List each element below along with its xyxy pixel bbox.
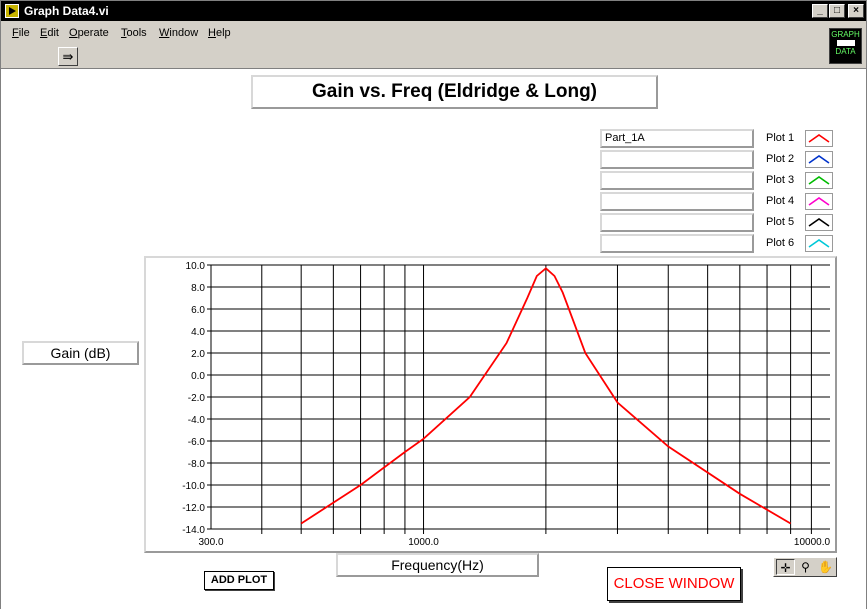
vi-icon-glyph bbox=[836, 40, 855, 46]
title-bar[interactable]: Graph Data4.vi _ □ × bbox=[1, 1, 866, 21]
graph-palette: ✛ ⚲ ✋ bbox=[773, 557, 837, 577]
x-tick-label: 300.0 bbox=[198, 537, 223, 548]
y-tick-label: 0.0 bbox=[191, 371, 205, 382]
legend-label-2: Plot 2 bbox=[766, 153, 795, 165]
front-panel: Gain vs. Freq (Eldridge & Long) Part_1A … bbox=[1, 70, 866, 609]
run-button[interactable]: ⇛ bbox=[58, 47, 78, 66]
legend-name-6[interactable] bbox=[600, 234, 754, 253]
close-window-button[interactable]: CLOSE WINDOW bbox=[607, 567, 741, 601]
graph-frame: 10.0 8.0 6.0 4.0 2.0 0.0 -2.0 -4.0 -6.0 -8.0 -10.0… bbox=[144, 256, 837, 553]
y-tick-label: 2.0 bbox=[191, 349, 205, 360]
legend-label-6: Plot 6 bbox=[766, 237, 795, 249]
pan-tool-icon[interactable]: ✋ bbox=[816, 559, 835, 575]
menu-tools[interactable]: Tools bbox=[121, 27, 147, 39]
legend-label-5: Plot 5 bbox=[766, 216, 795, 228]
legend-swatch-4[interactable] bbox=[805, 193, 833, 210]
y-tick-label: -12.0 bbox=[182, 503, 205, 514]
window-title: Graph Data4.vi bbox=[24, 4, 109, 18]
labview-window: Graph Data4.vi _ □ × File Edit Operate T… bbox=[0, 0, 867, 609]
graph-title: Gain vs. Freq (Eldridge & Long) bbox=[251, 75, 658, 109]
vi-icon: GRAPH DATA bbox=[829, 28, 862, 64]
legend-label-3: Plot 3 bbox=[766, 174, 795, 186]
y-tick-label: -10.0 bbox=[182, 481, 205, 492]
y-tick-label: -2.0 bbox=[188, 393, 206, 404]
vi-icon-text-2: DATA bbox=[835, 47, 856, 56]
menu-window[interactable]: Window bbox=[159, 27, 198, 39]
x-tick-label: 1000.0 bbox=[408, 537, 439, 548]
y-tick-label: -8.0 bbox=[188, 459, 206, 470]
legend-swatch-3[interactable] bbox=[805, 172, 833, 189]
close-button[interactable]: × bbox=[848, 4, 864, 18]
legend-swatch-6[interactable] bbox=[805, 235, 833, 252]
maximize-button[interactable]: □ bbox=[829, 4, 845, 18]
zoom-tool-icon[interactable]: ⚲ bbox=[796, 559, 815, 575]
y-tick-label: -14.0 bbox=[182, 525, 205, 536]
y-tick-label: -4.0 bbox=[188, 415, 206, 426]
menu-edit[interactable]: Edit bbox=[40, 27, 59, 39]
menu-file[interactable]: File bbox=[12, 27, 30, 39]
y-tick-label: 10.0 bbox=[186, 261, 206, 272]
gain-frequency-graph[interactable]: 10.0 8.0 6.0 4.0 2.0 0.0 -2.0 -4.0 -6.0 -8.0 -10.0… bbox=[146, 258, 835, 551]
legend-swatch-1[interactable] bbox=[805, 130, 833, 147]
legend-label-4: Plot 4 bbox=[766, 195, 795, 207]
x-axis-label: Frequency(Hz) bbox=[336, 553, 539, 577]
vi-icon-text-1: GRAPH bbox=[831, 30, 860, 39]
menu-operate[interactable]: Operate bbox=[69, 27, 109, 39]
y-tick-label: -6.0 bbox=[188, 437, 206, 448]
y-tick-label: 8.0 bbox=[191, 283, 205, 294]
menu-help[interactable]: Help bbox=[208, 27, 231, 39]
cursor-tool-icon[interactable]: ✛ bbox=[776, 559, 795, 575]
toolbar: ⇛ bbox=[1, 43, 866, 69]
labview-app-icon[interactable] bbox=[5, 4, 19, 18]
legend-name-5[interactable] bbox=[600, 213, 754, 232]
legend-label-1: Plot 1 bbox=[766, 132, 795, 144]
legend-swatch-5[interactable] bbox=[805, 214, 833, 231]
legend-name-3[interactable] bbox=[600, 171, 754, 190]
y-tick-label: 4.0 bbox=[191, 327, 205, 338]
y-axis-label: Gain (dB) bbox=[22, 341, 139, 365]
legend-swatch-2[interactable] bbox=[805, 151, 833, 168]
menu-bar: File Edit Operate Tools Window Help bbox=[1, 21, 866, 43]
legend-name-4[interactable] bbox=[600, 192, 754, 211]
legend-name-1[interactable]: Part_1A bbox=[600, 129, 754, 148]
x-tick-label: 10000.0 bbox=[794, 537, 831, 548]
add-plot-button[interactable]: ADD PLOT bbox=[204, 571, 274, 590]
y-tick-label: 6.0 bbox=[191, 305, 205, 316]
legend-name-2[interactable] bbox=[600, 150, 754, 169]
minimize-button[interactable]: _ bbox=[812, 4, 828, 18]
